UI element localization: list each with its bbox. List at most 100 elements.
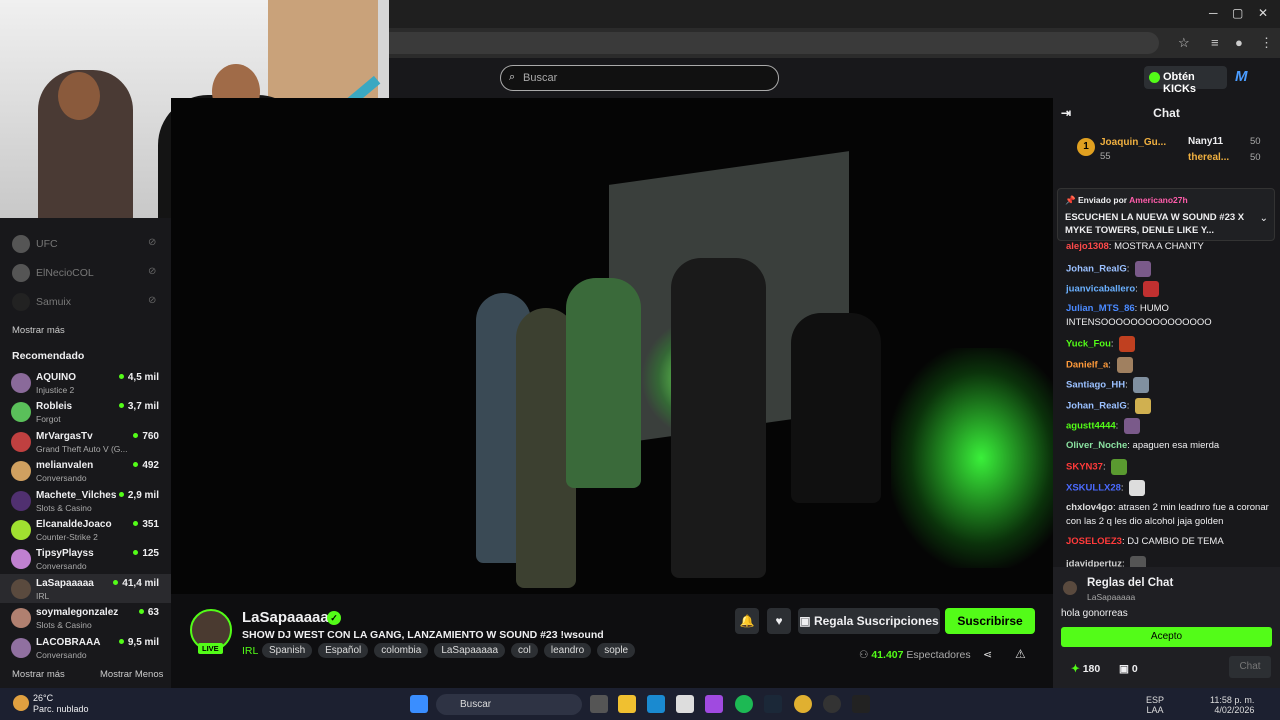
follow-heart-button[interactable]: ♥ xyxy=(767,608,791,634)
chat-message[interactable]: Oliver_Noche: apaguen esa mierda xyxy=(1066,439,1274,453)
store-icon[interactable] xyxy=(676,695,694,713)
subscribe-button[interactable]: Suscribirse xyxy=(945,608,1035,634)
user-avatar[interactable]: M xyxy=(1235,68,1248,85)
gift-count[interactable]: ▣ 0 xyxy=(1119,663,1138,675)
sidebar-channel-lacobraaa[interactable]: LACOBRAAA Conversando 9,5 mil xyxy=(0,633,171,662)
tag[interactable]: Spanish xyxy=(262,643,313,658)
chat-panel: ⇥ Chat 1 Joaquin_Gu... 55 Nany11 50 there… xyxy=(1053,98,1280,688)
search-icon: ⌕ xyxy=(509,71,516,83)
tag[interactable]: col xyxy=(511,643,538,658)
site-header: ⌕ Buscar Obtén KICKs M xyxy=(389,58,1280,98)
bookmark-star-icon[interactable]: ☆ xyxy=(1178,35,1190,51)
sidebar-channel-mrvargastv[interactable]: MrVargasTv Grand Theft Auto V (G... 760 xyxy=(0,427,171,456)
close-icon[interactable]: ✕ xyxy=(1258,6,1268,20)
avatar xyxy=(11,431,31,452)
report-icon[interactable]: ⚠ xyxy=(1015,647,1026,661)
sidebar-offline-channel[interactable]: UFC ⊘ xyxy=(0,230,171,258)
chat-message[interactable]: Danielf_a: xyxy=(1066,357,1274,373)
show-more-link[interactable]: Mostrar más xyxy=(12,669,65,680)
chat-message[interactable]: Julian_MTS_86: HUMO INTENSOOOOOOOOOOOOOO… xyxy=(1066,302,1274,330)
obs-icon[interactable] xyxy=(823,695,841,713)
chat-message[interactable]: Johan_RealG: xyxy=(1066,398,1274,414)
chat-message[interactable]: Johan_RealG: xyxy=(1066,261,1274,277)
avatar xyxy=(11,373,31,393)
leaderboard-user[interactable]: Joaquin_Gu... xyxy=(1100,137,1166,148)
sidebar-offline-channel[interactable]: ElNecioCOL ⊘ xyxy=(0,259,171,287)
send-chat-button[interactable]: Chat xyxy=(1229,656,1271,678)
leaderboard-user[interactable]: Nany11 xyxy=(1188,136,1223,147)
chrome-icon[interactable] xyxy=(794,695,812,713)
notification-bell-button[interactable]: 🔔 xyxy=(735,608,759,634)
sidebar-channel-robleis[interactable]: Robleis Forgot 3,7 mil xyxy=(0,397,171,426)
sidebar-offline-channel[interactable]: Samuix ⊘ xyxy=(0,288,171,316)
weather-widget[interactable]: 26°C Parc. nublado xyxy=(13,693,89,715)
viewer-count: ⚇ 41.407 Espectadores xyxy=(859,649,971,661)
gift-icon: ▣ xyxy=(1119,663,1132,675)
minimize-icon[interactable]: ─ xyxy=(1209,6,1218,20)
chat-message[interactable]: juanvicaballero: xyxy=(1066,281,1274,297)
sidebar-channel-elcanaldejoaco[interactable]: ElcanaldeJoaco Counter-Strike 2 351 xyxy=(0,515,171,544)
tag[interactable]: colombia xyxy=(374,643,429,658)
address-bar[interactable] xyxy=(389,32,1159,54)
chat-message[interactable]: JOSELOEZ3: DJ CAMBIO DE TEMA xyxy=(1066,535,1274,549)
sidebar-channel-soymalegonzalez[interactable]: soymalegonzalez Slots & Casino 63 xyxy=(0,603,171,632)
channel-name[interactable]: LaSapaaaaa xyxy=(242,609,329,626)
edge-icon[interactable] xyxy=(647,695,665,713)
search-input[interactable]: ⌕ Buscar xyxy=(500,65,779,91)
clock[interactable]: 11:58 p. m. 4/02/2026 xyxy=(1210,695,1254,715)
steam-icon[interactable] xyxy=(764,695,782,713)
pinned-message[interactable]: 📌 Enviado por Americano27h ESCUCHEN LA N… xyxy=(1057,188,1275,241)
spotify-icon[interactable] xyxy=(735,695,753,713)
file-explorer-icon[interactable] xyxy=(618,695,636,713)
copilot-icon[interactable] xyxy=(705,695,723,713)
sidebar-channel-lasapaaaaa[interactable]: LaSapaaaaa IRL 41,4 mil xyxy=(0,573,171,603)
get-kicks-button[interactable]: Obtén KICKs xyxy=(1144,66,1227,95)
chat-message[interactable]: SKYN37: xyxy=(1066,459,1274,475)
avatar xyxy=(11,637,31,658)
tag[interactable]: sople xyxy=(597,643,636,658)
emote-icon xyxy=(1135,398,1151,414)
chat-message[interactable]: Santiago_HH: xyxy=(1066,377,1274,393)
media-icon[interactable]: ≡ xyxy=(1211,35,1219,50)
heart-icon: ♥ xyxy=(775,614,783,628)
video-player[interactable] xyxy=(171,98,1053,594)
category-link[interactable]: IRL xyxy=(242,645,258,657)
tag[interactable]: LaSapaaaaa xyxy=(434,643,506,658)
show-less-link[interactable]: Mostrar Menos xyxy=(100,669,163,680)
start-icon[interactable] xyxy=(410,695,428,713)
chat-rules: Reglas del Chat LaSapaaaaa hola gonorrea… xyxy=(1053,567,1280,688)
avatar xyxy=(11,402,31,423)
emote-icon xyxy=(1133,377,1150,393)
profile-icon[interactable]: ● xyxy=(1235,35,1243,50)
tag[interactable]: Español xyxy=(318,643,369,658)
chat-message[interactable]: alejo1308: MOSTRA A CHANTY xyxy=(1066,240,1274,254)
maximize-icon[interactable]: ▢ xyxy=(1232,6,1243,20)
show-more-link[interactable]: Mostrar más xyxy=(12,325,65,336)
share-icon[interactable]: ⋖ xyxy=(983,648,992,661)
collapse-chat-icon[interactable]: ⇥ xyxy=(1061,98,1071,128)
tag[interactable]: leandro xyxy=(543,643,592,658)
weather-icon xyxy=(13,695,29,711)
leaderboard-user[interactable]: thereal... xyxy=(1188,152,1229,163)
channel-points[interactable]: ✦ 180 xyxy=(1071,663,1100,675)
chevron-down-icon[interactable]: ⌄ xyxy=(1260,213,1268,224)
epic-games-icon[interactable] xyxy=(852,695,870,713)
offline-icon: ⊘ xyxy=(148,295,157,306)
sidebar-channel-melianvalen[interactable]: melianvalen Conversando 492 xyxy=(0,456,171,485)
accept-rules-button[interactable]: Acepto xyxy=(1061,627,1272,647)
gift-icon: ▣ xyxy=(799,614,814,628)
emote-icon xyxy=(1135,261,1151,277)
bell-icon: 🔔 xyxy=(739,614,755,628)
chat-message[interactable]: chxlov4go: atrasen 2 min leadnro fue a c… xyxy=(1066,501,1274,529)
browser-menu-icon[interactable]: ⋮ xyxy=(1260,35,1273,51)
taskbar-search[interactable]: Buscar xyxy=(436,694,582,715)
sidebar-channel-tipsyplayss[interactable]: TipsyPlayss Conversando 125 xyxy=(0,544,171,573)
chat-message[interactable]: XSKULLX28: xyxy=(1066,480,1274,496)
language-indicator[interactable]: ESP LAA xyxy=(1146,695,1164,715)
chat-message[interactable]: agustt4444: xyxy=(1066,418,1274,434)
gift-subs-button[interactable]: ▣ Regala Suscripciones xyxy=(798,608,940,634)
sidebar-channel-aquino[interactable]: AQUINO Injustice 2 4,5 mil xyxy=(0,368,171,397)
task-view-icon[interactable] xyxy=(590,695,608,713)
chat-message[interactable]: Yuck_Fou: xyxy=(1066,336,1274,352)
sidebar-channel-machete_vilches[interactable]: Machete_Vilches Slots & Casino 2,9 mil xyxy=(0,486,171,515)
